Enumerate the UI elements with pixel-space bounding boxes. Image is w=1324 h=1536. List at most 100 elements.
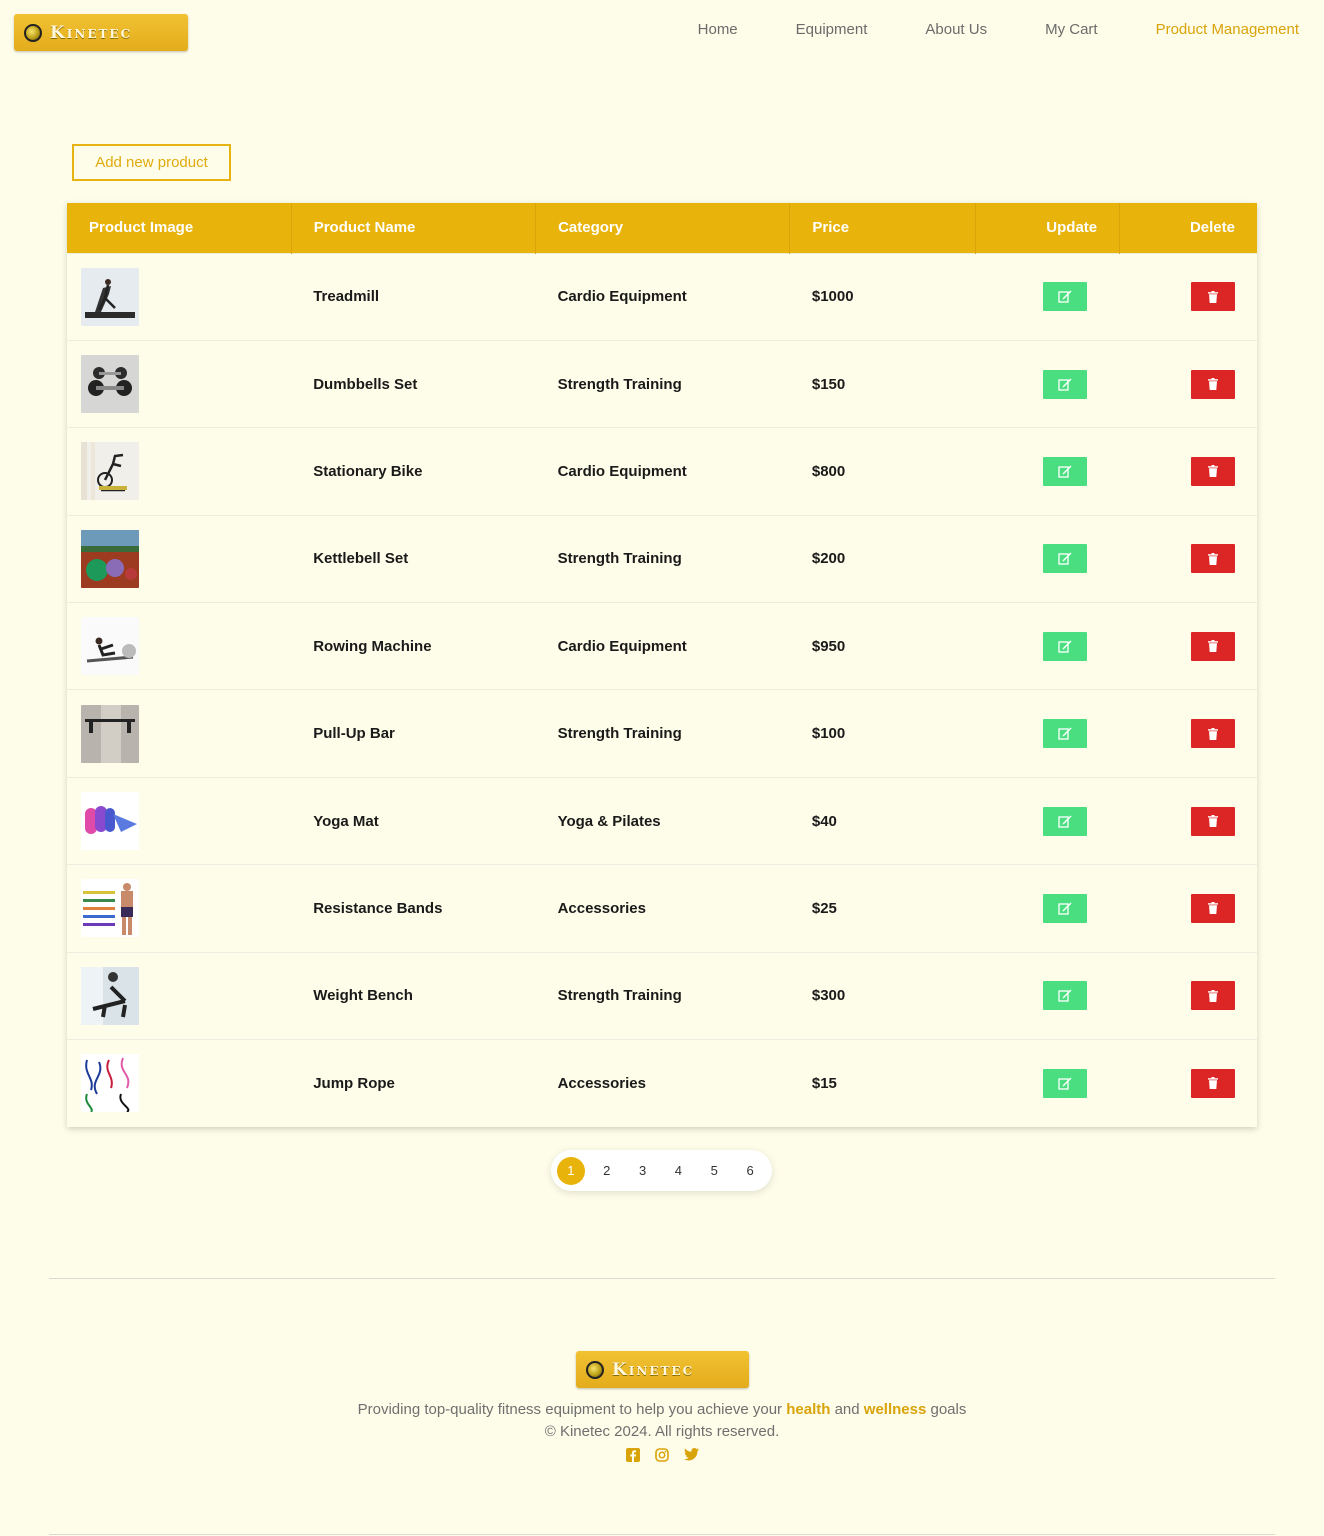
add-new-product-button[interactable]: Add new product bbox=[72, 144, 231, 181]
update-cell bbox=[976, 865, 1120, 952]
product-category: Cardio Equipment bbox=[557, 462, 687, 480]
page-6-button[interactable]: 6 bbox=[736, 1157, 764, 1185]
product-image bbox=[81, 617, 139, 676]
footer-copyright: © Kinetec 2024. All rights reserved. bbox=[544, 1423, 780, 1440]
product-name: Rowing Machine bbox=[313, 637, 432, 655]
product-category: Strength Training bbox=[557, 725, 682, 743]
instagram-icon[interactable] bbox=[655, 1448, 669, 1467]
page-3-button[interactable]: 3 bbox=[629, 1157, 657, 1185]
table-row: Dumbbells Set Strength Training $150 bbox=[67, 340, 1257, 427]
edit-icon bbox=[1058, 290, 1072, 303]
delete-button[interactable] bbox=[1191, 369, 1235, 399]
update-button[interactable] bbox=[1043, 981, 1088, 1011]
update-button[interactable] bbox=[1043, 282, 1088, 312]
product-name: Kettlebell Set bbox=[313, 550, 409, 568]
delete-button[interactable] bbox=[1191, 544, 1235, 574]
update-cell bbox=[976, 777, 1120, 864]
column-header-delete: Delete bbox=[1189, 219, 1235, 237]
trash-icon bbox=[1208, 552, 1218, 565]
logo-text: Kinetec bbox=[50, 22, 133, 43]
product-image-cell bbox=[67, 428, 291, 515]
page-5-button[interactable]: 5 bbox=[700, 1157, 728, 1185]
delete-cell bbox=[1120, 865, 1257, 952]
product-image-cell bbox=[67, 1040, 291, 1127]
product-category: Yoga & Pilates bbox=[557, 812, 661, 830]
product-image-cell bbox=[67, 253, 291, 340]
product-name: Weight Bench bbox=[313, 987, 413, 1005]
ball-icon bbox=[586, 1360, 604, 1379]
product-image bbox=[81, 792, 139, 851]
edit-icon bbox=[1058, 1077, 1072, 1090]
product-image bbox=[81, 529, 139, 588]
update-button[interactable] bbox=[1043, 806, 1088, 836]
trash-icon bbox=[1208, 640, 1218, 653]
product-image-cell bbox=[67, 515, 291, 602]
delete-cell bbox=[1120, 1040, 1257, 1127]
product-name: Yoga Mat bbox=[313, 812, 379, 830]
delete-button[interactable] bbox=[1191, 282, 1235, 312]
delete-cell bbox=[1120, 253, 1257, 340]
update-cell bbox=[976, 952, 1120, 1039]
trash-icon bbox=[1208, 1077, 1218, 1090]
column-header-name: Product Name bbox=[291, 203, 537, 253]
product-image-cell bbox=[67, 865, 291, 952]
delete-button[interactable] bbox=[1191, 806, 1235, 836]
product-name: Pull-Up Bar bbox=[313, 725, 395, 743]
twitter-icon[interactable] bbox=[684, 1448, 699, 1467]
trash-icon bbox=[1208, 815, 1218, 828]
update-cell bbox=[976, 340, 1120, 427]
product-price: $25 bbox=[811, 899, 837, 917]
delete-button[interactable] bbox=[1191, 893, 1235, 923]
edit-icon bbox=[1058, 465, 1072, 478]
product-price: $15 bbox=[811, 1074, 837, 1092]
product-image bbox=[81, 355, 139, 414]
product-price: $950 bbox=[811, 637, 846, 655]
delete-button[interactable] bbox=[1191, 1068, 1235, 1098]
nav-home[interactable]: Home bbox=[698, 20, 738, 40]
product-image bbox=[81, 879, 139, 938]
table-row: Weight Bench Strength Training $300 bbox=[67, 952, 1257, 1039]
delete-button[interactable] bbox=[1191, 719, 1235, 749]
update-button[interactable] bbox=[1043, 456, 1088, 486]
page-1-button[interactable]: 1 bbox=[557, 1156, 585, 1185]
trash-icon bbox=[1208, 902, 1218, 915]
product-category: Strength Training bbox=[557, 375, 682, 393]
delete-button[interactable] bbox=[1191, 631, 1235, 661]
product-category: Cardio Equipment bbox=[557, 288, 687, 306]
product-price: $800 bbox=[811, 462, 846, 480]
update-button[interactable] bbox=[1043, 544, 1088, 574]
nav-about-us[interactable]: About Us bbox=[925, 20, 987, 40]
table-row: Yoga Mat Yoga & Pilates $40 bbox=[67, 777, 1257, 864]
product-name: Dumbbells Set bbox=[313, 375, 418, 393]
product-name: Stationary Bike bbox=[313, 462, 423, 480]
product-price: $300 bbox=[811, 987, 846, 1005]
main-nav: Home Equipment About Us My Cart Product … bbox=[640, 20, 1299, 40]
delete-cell bbox=[1120, 690, 1257, 777]
edit-icon bbox=[1058, 640, 1072, 653]
product-image bbox=[81, 267, 139, 326]
table-row: Jump Rope Accessories $15 bbox=[67, 1039, 1257, 1127]
nav-product-management[interactable]: Product Management bbox=[1156, 20, 1299, 40]
delete-button[interactable] bbox=[1191, 456, 1235, 486]
footer-logo[interactable]: Kinetec bbox=[576, 1351, 749, 1388]
product-price: $200 bbox=[811, 550, 846, 568]
update-button[interactable] bbox=[1043, 369, 1088, 399]
delete-button[interactable] bbox=[1191, 981, 1235, 1011]
update-button[interactable] bbox=[1043, 631, 1088, 661]
product-category: Accessories bbox=[557, 1074, 646, 1092]
update-button[interactable] bbox=[1043, 1068, 1088, 1098]
product-table: Product Image Product Name Category Pric… bbox=[67, 203, 1257, 1127]
facebook-icon[interactable] bbox=[626, 1448, 640, 1467]
update-cell bbox=[976, 690, 1120, 777]
nav-my-cart[interactable]: My Cart bbox=[1045, 20, 1098, 40]
page-4-button[interactable]: 4 bbox=[664, 1157, 692, 1185]
delete-cell bbox=[1120, 603, 1257, 690]
update-cell bbox=[976, 428, 1120, 515]
edit-icon bbox=[1058, 552, 1072, 566]
nav-equipment[interactable]: Equipment bbox=[796, 20, 868, 40]
update-button[interactable] bbox=[1043, 719, 1088, 749]
trash-icon bbox=[1208, 378, 1218, 391]
page-2-button[interactable]: 2 bbox=[593, 1157, 621, 1185]
update-button[interactable] bbox=[1043, 893, 1088, 923]
site-logo[interactable]: Kinetec bbox=[14, 14, 188, 51]
